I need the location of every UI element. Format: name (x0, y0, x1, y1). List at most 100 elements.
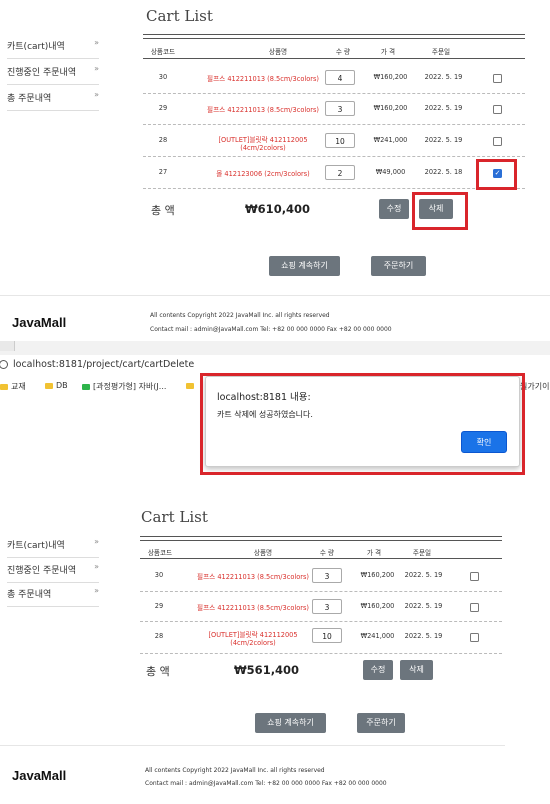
chevron-right-icon: » (94, 537, 99, 546)
row-checkbox[interactable] (470, 572, 479, 581)
sidebar-item-label: 총 주문내역 (7, 590, 52, 600)
footer-divider (0, 295, 550, 296)
row-checkbox[interactable] (470, 633, 479, 642)
sidebar-item-cart[interactable]: 카트(cart)내역 » (7, 537, 99, 558)
order-button[interactable]: 주문하기 (371, 256, 426, 276)
copyright-text: All contents Copyright 2022 JavaMall Inc… (150, 312, 330, 319)
price: ₩160,200 (373, 104, 408, 112)
product-name-link[interactable]: 필프스 412211013 (8.5cm/3colors) (183, 73, 343, 83)
edit-button[interactable]: 수정 (379, 199, 409, 219)
total-label: 총 액 (151, 204, 175, 217)
col-header-price: 가 격 (366, 549, 382, 557)
quantity-input[interactable]: 10 (325, 133, 355, 148)
price: ₩160,200 (373, 73, 408, 81)
product-name-link-line2[interactable]: (4cm/2colors) (183, 144, 343, 152)
sidebar-item-label: 카트(cart)내역 (7, 541, 65, 551)
quantity-input[interactable]: 2 (325, 165, 355, 180)
edit-button[interactable]: 수정 (363, 660, 393, 680)
price: ₩160,200 (360, 602, 395, 610)
chevron-right-icon: » (94, 64, 99, 73)
product-name-link[interactable]: [OUTLET]블릿락 412112005 (178, 629, 328, 639)
highlight-box-checkbox (476, 159, 517, 190)
product-name-link[interactable]: [OUTLET]블릿락 412112005 (183, 134, 343, 144)
highlight-box-alert (200, 373, 525, 475)
product-name-link[interactable]: 필프스 412211013 (8.5cm/3colors) (178, 602, 328, 612)
row-checkbox[interactable] (493, 137, 502, 146)
product-code: 28 (158, 136, 168, 144)
bookmark-item[interactable]: [과정평가형] 자바(J... (82, 381, 166, 392)
quantity-input[interactable]: 10 (312, 628, 342, 643)
price: ₩49,000 (375, 168, 406, 176)
cart-table-after: 상품코드 상품명 수 량 가 격 주문일 30 필프스 412211013 (8… (140, 536, 502, 654)
footer-divider (0, 745, 505, 746)
folder-icon (186, 382, 194, 389)
row-checkbox[interactable] (470, 603, 479, 612)
contact-text: Contact mail : admin@JavaMall.com Tel: +… (150, 326, 392, 333)
product-code: 30 (158, 73, 168, 81)
bookmark-item[interactable] (186, 381, 197, 390)
sidebar-item-cart[interactable]: 카트(cart)내역 » (7, 38, 99, 59)
sidebar-item-all-orders[interactable]: 총 주문내역 » (7, 90, 99, 111)
sidebar-item-label: 카트(cart)내역 (7, 42, 65, 52)
quantity-input[interactable]: 3 (325, 101, 355, 116)
sidebar-item-orders-in-progress[interactable]: 진행중인 주문내역 » (7, 64, 99, 85)
col-header-date: 주문일 (412, 549, 432, 557)
bookmark-item[interactable]: DB (45, 381, 68, 390)
bookmark-favicon-icon (82, 383, 90, 390)
col-header-price: 가 격 (380, 48, 396, 56)
product-code: 27 (158, 168, 168, 176)
product-code: 30 (154, 571, 164, 579)
bookmark-item[interactable]: 교재 (0, 381, 26, 392)
total-value: ₩610,400 (245, 202, 311, 216)
folder-icon (45, 382, 53, 389)
product-name-link[interactable]: 필프스 412211013 (8.5cm/3colors) (183, 104, 343, 114)
tab-icon (0, 341, 15, 351)
order-date: 2022. 5. 18 (424, 168, 463, 176)
quantity-input[interactable]: 4 (325, 70, 355, 85)
col-header-code: 상품코드 (147, 549, 173, 557)
order-date: 2022. 5. 19 (424, 104, 463, 112)
order-date: 2022. 5. 19 (404, 632, 443, 640)
url-text: localhost:8181/project/cart/cartDelete (13, 359, 195, 370)
product-code: 29 (154, 602, 164, 610)
delete-button[interactable]: 삭제 (400, 660, 433, 680)
continue-shopping-button[interactable]: 쇼핑 계속하기 (269, 256, 340, 276)
product-code: 29 (158, 104, 168, 112)
continue-shopping-button[interactable]: 쇼핑 계속하기 (255, 713, 326, 733)
sidebar-item-label: 진행중인 주문내역 (7, 68, 77, 78)
page-title: Cart List (141, 508, 208, 526)
chevron-right-icon: » (94, 562, 99, 571)
col-header-code: 상품코드 (150, 48, 176, 56)
product-name-link[interactable]: 필프스 412211013 (8.5cm/3colors) (178, 571, 328, 581)
tab-strip (0, 341, 550, 355)
info-icon (0, 360, 8, 369)
total-label: 총 액 (146, 665, 170, 678)
logo: JavaMall (12, 315, 67, 330)
col-header-qty: 수 량 (319, 549, 335, 557)
sidebar-item-orders-in-progress[interactable]: 진행중인 주문내역 » (7, 562, 99, 583)
folder-icon (0, 383, 8, 390)
product-name-link[interactable]: 몰 412123006 (2cm/3colors) (183, 168, 343, 178)
order-date: 2022. 5. 19 (404, 602, 443, 610)
order-button[interactable]: 주문하기 (357, 713, 405, 733)
price: ₩241,000 (373, 136, 408, 144)
copyright-text: All contents Copyright 2022 JavaMall Inc… (145, 767, 325, 774)
product-name-link-line2[interactable]: (4cm/2colors) (178, 639, 328, 647)
col-header-date: 주문일 (431, 48, 451, 56)
total-value: ₩561,400 (234, 663, 300, 677)
chevron-right-icon: » (94, 586, 99, 595)
quantity-input[interactable]: 3 (312, 568, 342, 583)
quantity-input[interactable]: 3 (312, 599, 342, 614)
order-date: 2022. 5. 19 (404, 571, 443, 579)
row-checkbox[interactable] (493, 74, 502, 83)
order-date: 2022. 5. 19 (424, 136, 463, 144)
sidebar-item-all-orders[interactable]: 총 주문내역 » (7, 586, 99, 607)
price: ₩241,000 (360, 632, 395, 640)
cart-table-before: 상품코드 상품명 수 량 가 격 주문일 30 필프스 412211013 (8… (143, 34, 525, 194)
order-date: 2022. 5. 19 (424, 73, 463, 81)
logo: JavaMall (12, 768, 67, 783)
chevron-right-icon: » (94, 38, 99, 47)
contact-text: Contact mail : admin@JavaMall.com Tel: +… (145, 780, 387, 787)
sidebar-item-label: 총 주문내역 (7, 94, 52, 104)
row-checkbox[interactable] (493, 105, 502, 114)
